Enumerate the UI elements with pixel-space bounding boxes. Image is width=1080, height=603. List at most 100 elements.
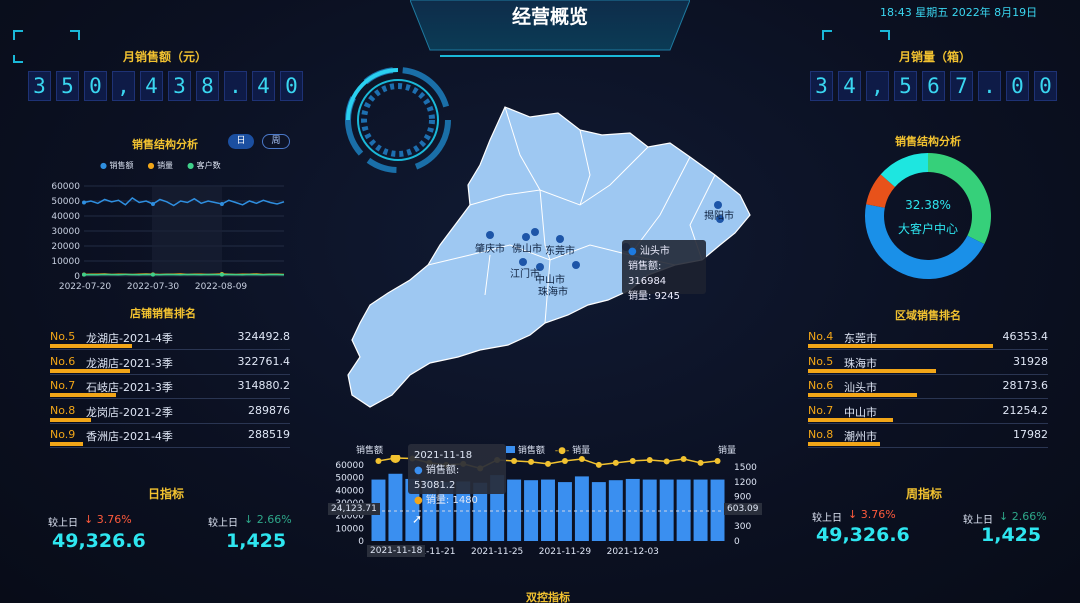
- rank-value: 314880.2: [237, 379, 291, 392]
- rank-row[interactable]: No.5 龙湖店-2021-4季 324492.8: [50, 330, 290, 354]
- y-tick-label: 30000: [51, 227, 80, 237]
- cursor-icon: ➚: [412, 512, 423, 526]
- bar: [693, 479, 708, 541]
- monthly-amount-digits: 350,438.40: [28, 71, 303, 101]
- y-tick-label: 0: [74, 272, 80, 282]
- rank-value: 324492.8: [237, 330, 291, 343]
- monthly-qty-title: 月销量（箱）: [898, 50, 971, 64]
- rank-value: 322761.4: [237, 354, 291, 368]
- region-rank-list: No.4 东莞市 46353.4 No.5 珠海市 31928 No.6 汕头市 28173.6…: [808, 330, 1052, 455]
- legend-item: ● 客户数: [187, 161, 221, 170]
- structure-title: 销售结构分析: [132, 138, 198, 151]
- bar: [574, 476, 589, 541]
- map-tooltip: ● 汕头市 销售额: 316984 销量: 9245: [622, 240, 706, 302]
- rank-row[interactable]: No.7 中山市 21254.2: [808, 404, 1048, 428]
- weekly-b-value: 1,425: [981, 524, 1042, 546]
- dashboard: 经营概览 18:43 星期五 2022年 8月19日 月销售额（元） 350,4…: [0, 0, 1080, 603]
- volume-point: [545, 460, 551, 467]
- legend-label: 客户数: [196, 161, 221, 170]
- rank-row[interactable]: No.8 龙岗店-2021-2季 289876: [50, 404, 290, 428]
- daily-b-change: ↓ 2.66%: [244, 513, 292, 526]
- series-point: [82, 272, 86, 277]
- rank-bar: [50, 344, 132, 348]
- week-toggle-button[interactable]: 周: [262, 134, 290, 149]
- rank-row[interactable]: No.8 潮州市 17982: [808, 428, 1048, 452]
- rank-divider: [808, 422, 1048, 424]
- rank-row[interactable]: No.6 汕头市 28173.6: [808, 379, 1048, 403]
- city-label: 中山市: [535, 273, 565, 286]
- right-structure-title: 销售结构分析: [895, 135, 961, 148]
- volume-point: [511, 457, 518, 464]
- y-tick-label: 60000: [335, 461, 364, 471]
- rank-row[interactable]: No.5 珠海市 31928: [808, 355, 1048, 379]
- bar: [642, 479, 657, 541]
- rank-row[interactable]: No.9 香洲店-2021-4季 288519: [50, 428, 290, 452]
- y-tick-label: 50000: [51, 197, 80, 207]
- series-point: [219, 272, 224, 277]
- rank-number: No.5: [808, 354, 834, 368]
- day-toggle-button[interactable]: 日: [228, 134, 254, 149]
- digit-box: 6: [922, 71, 945, 101]
- digit-box: ,: [866, 71, 889, 101]
- rank-row[interactable]: No.4 东莞市 46353.4: [808, 330, 1048, 354]
- bar: [676, 479, 691, 541]
- rank-value: 21254.2: [1002, 403, 1049, 417]
- corner-bracket: [880, 30, 890, 40]
- digit-box: 0: [280, 71, 303, 101]
- volume-point: [528, 458, 535, 465]
- legend-item: ● 销售额: [100, 161, 134, 170]
- digit-box: 3: [810, 71, 833, 101]
- rank-row[interactable]: No.7 石岐店-2021-3季 314880.2: [50, 379, 290, 403]
- daily-b-value: 1,425: [226, 530, 287, 552]
- donut-center-pct: 32.38%: [905, 198, 951, 212]
- volume-point: [697, 459, 704, 466]
- bar: [625, 478, 640, 541]
- rank-number: No.7: [50, 379, 76, 392]
- series-point: [150, 202, 155, 206]
- weekly-title: 周指标: [906, 487, 943, 501]
- volume-point: [646, 456, 653, 463]
- tooltip-date: 2021-11-18: [414, 450, 473, 461]
- digit-box: 0: [1034, 71, 1057, 101]
- bar: [388, 473, 403, 541]
- volume-point: [390, 455, 401, 463]
- volume-point: [561, 457, 568, 464]
- y-tick-label: 40000: [51, 212, 80, 222]
- digit-box: 8: [196, 71, 219, 101]
- rank-number: No.5: [50, 330, 76, 343]
- tooltip-volume: 销量: 9245: [628, 291, 680, 302]
- series-point: [150, 272, 155, 277]
- tooltip-volume: 销量: 1480: [425, 495, 478, 506]
- rank-divider: [808, 349, 1048, 350]
- structure-line-chart: 60000 50000 40000 30000 20000 10000 02022-07-2…: [51, 182, 285, 292]
- region-rank-title: 区域销售排名: [895, 309, 961, 322]
- monthly-qty-digits: 34,567.00: [810, 71, 1057, 101]
- legend-label: 销量: [157, 161, 174, 170]
- bar: [541, 479, 555, 541]
- daily-a-label: 较上日: [48, 518, 78, 529]
- volume-point: [663, 458, 670, 465]
- rank-row[interactable]: No.6 龙湖店-2021-3季 322761.4: [50, 355, 290, 379]
- donut-slice[interactable]: [864, 204, 985, 280]
- x-tick-label: 2021-12-03: [607, 547, 659, 557]
- structure-donut-chart: [864, 153, 992, 280]
- rank-divider: [808, 447, 1048, 448]
- rank-bar: [808, 368, 936, 373]
- daily-b-label: 较上日: [208, 518, 238, 529]
- rank-number: No.9: [50, 428, 76, 441]
- rank-bar: [808, 344, 993, 348]
- city-label: 肇庆市: [475, 242, 505, 255]
- digit-box: 5: [56, 71, 79, 101]
- daily-a-change: ↓ 3.76%: [84, 513, 132, 526]
- x-tick-label: 2021-11-25: [471, 547, 523, 557]
- tooltip-city: 汕头市: [639, 246, 670, 257]
- bar: [507, 479, 522, 541]
- rank-bar: [50, 368, 131, 373]
- corner-bracket: [13, 30, 23, 40]
- digit-box: 3: [168, 71, 191, 101]
- digit-box: 7: [950, 71, 973, 101]
- rank-divider: [50, 447, 290, 448]
- x-tick-label: 2022-07-20: [59, 282, 112, 292]
- volume-point: [629, 457, 636, 464]
- digit-box: .: [224, 71, 247, 101]
